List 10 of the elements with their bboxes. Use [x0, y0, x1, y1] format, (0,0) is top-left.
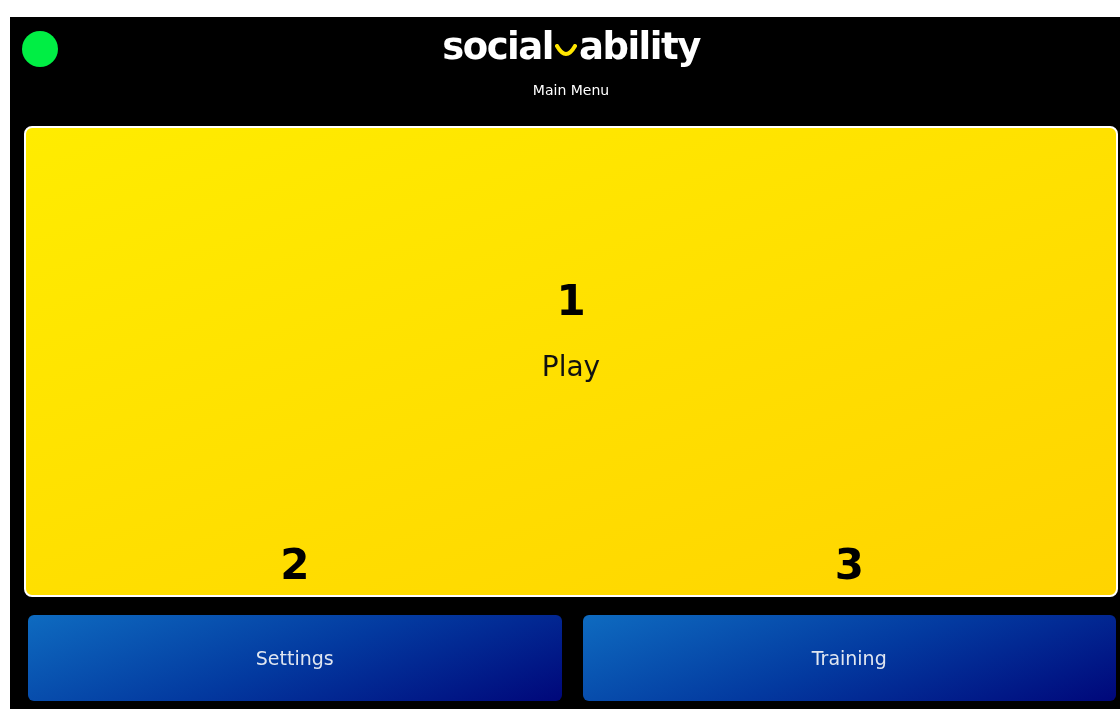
play-label: Play: [541, 350, 601, 383]
logo-text: social: [442, 27, 553, 68]
number-label: 3: [834, 544, 864, 586]
menu-button[interactable]: Settings: [28, 615, 562, 701]
menu-button[interactable]: Training: [582, 615, 1116, 701]
screen-title: Main Menu: [532, 81, 610, 98]
smile-icon: [554, 43, 577, 58]
number-label: 2: [280, 544, 310, 586]
number-label: 1: [556, 280, 586, 322]
logo-text: ability: [578, 27, 700, 68]
